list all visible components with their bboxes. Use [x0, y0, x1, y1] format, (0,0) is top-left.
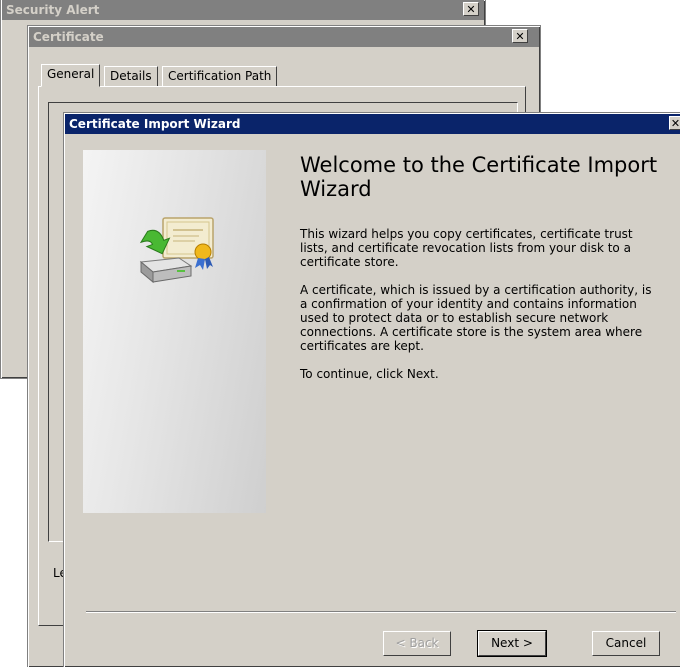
wizard-title: Certificate Import Wizard	[69, 117, 241, 131]
certificate-import-icon	[139, 217, 214, 284]
wizard-paragraph-definition: A certificate, which is issued by a cert…	[300, 283, 652, 353]
wizard-close-button[interactable]: ✕	[669, 116, 680, 130]
security-alert-titlebar[interactable]: Security Alert	[2, 0, 484, 20]
wizard-separator	[86, 611, 676, 613]
wizard-heading: Welcome to the Certificate Import Wizard	[300, 153, 658, 201]
tab-general[interactable]: General	[41, 64, 101, 87]
wizard-side-banner	[83, 150, 266, 513]
wizard-paragraph-intro: This wizard helps you copy certificates,…	[300, 227, 633, 269]
wizard-paragraph-continue: To continue, click Next.	[300, 367, 439, 381]
tab-details[interactable]: Details	[104, 66, 158, 87]
cancel-button[interactable]: Cancel	[592, 631, 660, 656]
security-alert-title: Security Alert	[6, 3, 100, 17]
tab-general-label: General	[47, 67, 95, 81]
close-icon: ✕	[670, 117, 680, 130]
certificate-title: Certificate	[33, 30, 104, 44]
certificate-import-wizard-window: Certificate Import Wizard ✕ Welcome to t…	[63, 112, 680, 667]
back-button[interactable]: < Back	[383, 631, 451, 656]
wizard-titlebar[interactable]: Certificate Import Wizard	[65, 114, 680, 134]
certificate-titlebar[interactable]: Certificate	[29, 27, 539, 47]
tab-certification-path-label: Certification Path	[168, 69, 272, 83]
certificate-close-button[interactable]: ✕	[512, 29, 528, 43]
wizard-body: This wizard helps you copy certificates,…	[300, 227, 655, 395]
security-alert-close-button[interactable]: ✕	[463, 2, 479, 16]
tab-details-label: Details	[110, 69, 152, 83]
next-button[interactable]: Next >	[477, 630, 547, 657]
close-icon: ✕	[515, 30, 525, 43]
tab-certification-path[interactable]: Certification Path	[162, 66, 278, 87]
close-icon: ✕	[466, 3, 476, 16]
